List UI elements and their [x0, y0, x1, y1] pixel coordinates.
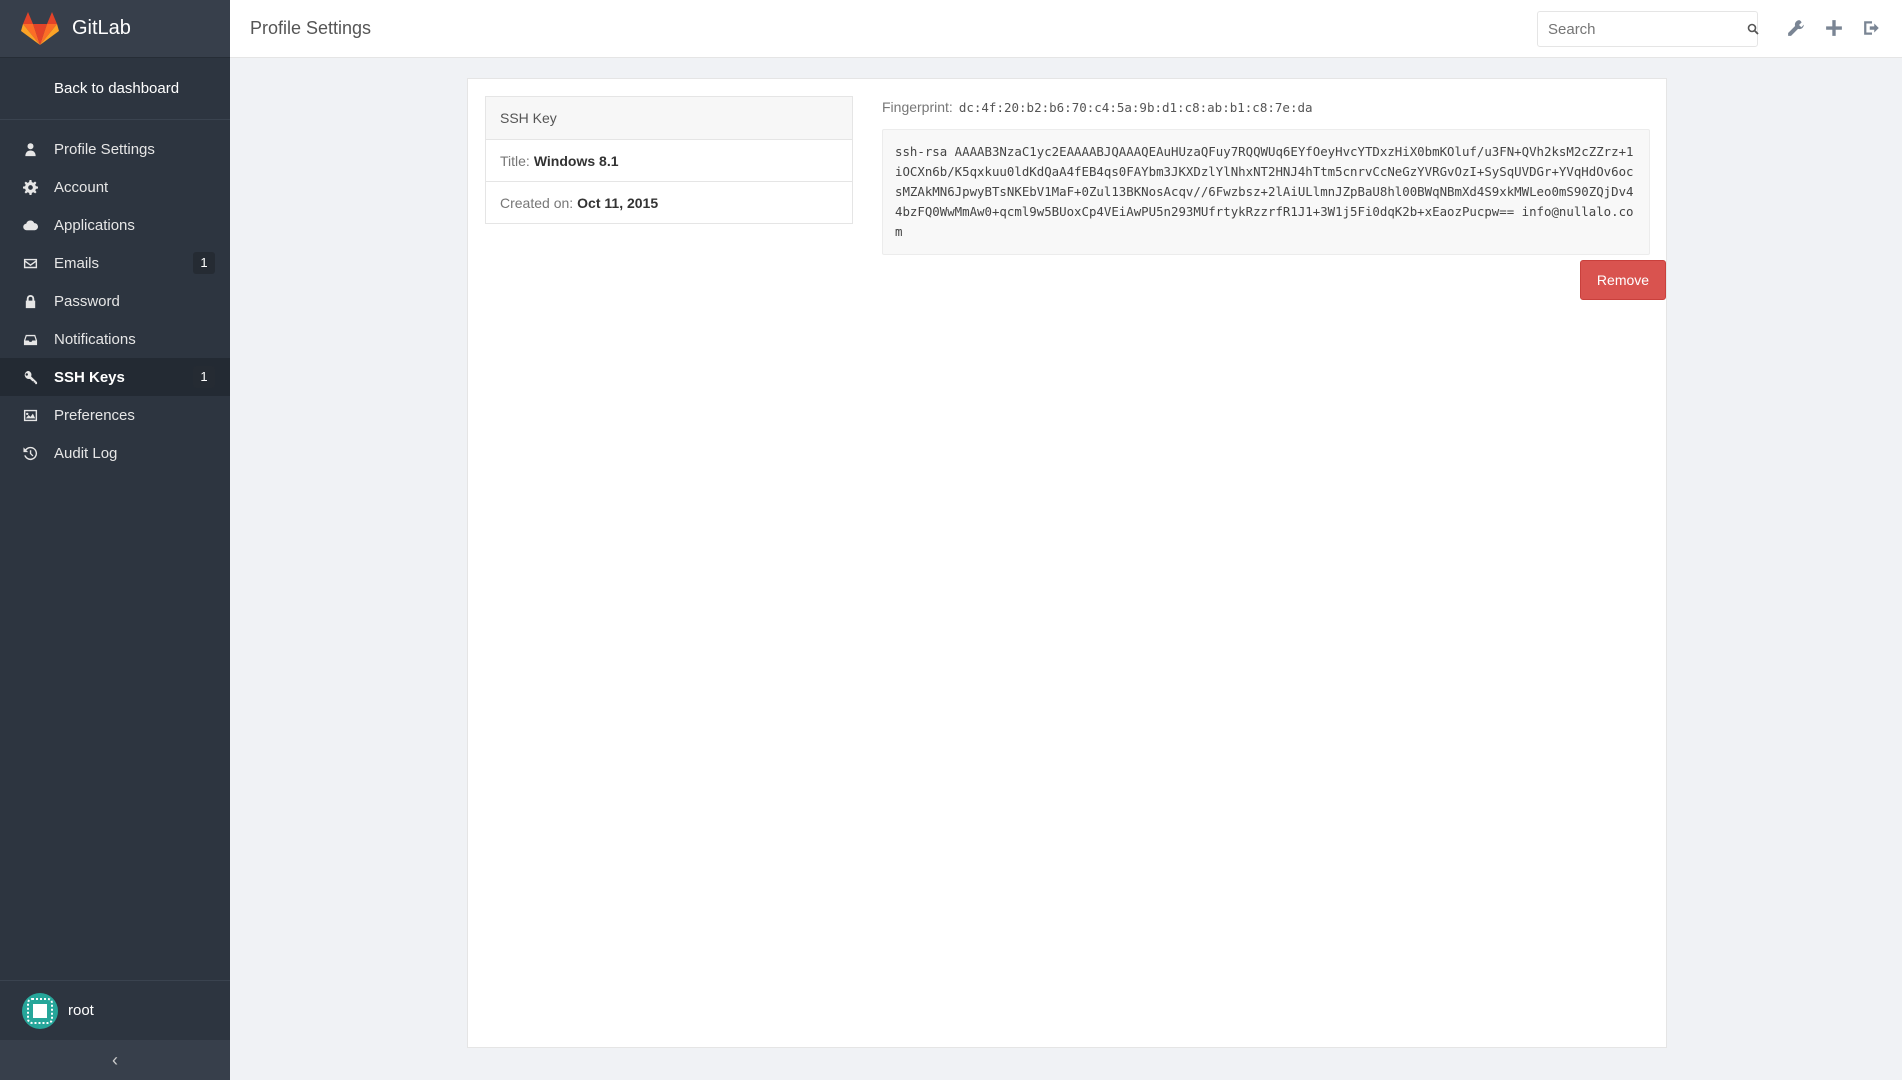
ssh-key-heading: SSH Key — [486, 97, 852, 139]
sidebar-item-preferences[interactable]: Preferences — [0, 396, 230, 434]
gitlab-logo-icon — [21, 11, 59, 45]
sidebar-item-label: Preferences — [54, 406, 135, 424]
collapse-sidebar-button[interactable]: ‹ — [0, 1040, 230, 1080]
sidebar-item-applications[interactable]: Applications — [0, 206, 230, 244]
sign-out-icon[interactable] — [1862, 18, 1882, 38]
avatar — [22, 992, 58, 1029]
ssh-key-details: SSH Key Title: Windows 8.1 Created on: O… — [485, 96, 853, 224]
remove-button[interactable]: Remove — [1580, 260, 1666, 300]
top-header: Profile Settings — [230, 0, 1902, 58]
admin-wrench-icon[interactable] — [1786, 18, 1806, 38]
sidebar-item-password[interactable]: Password — [0, 282, 230, 320]
sidebar-item-audit-log[interactable]: Audit Log — [0, 434, 230, 472]
sidebar-item-label: Account — [54, 178, 109, 196]
key-icon — [20, 369, 40, 385]
ssh-key-created-row: Created on: Oct 11, 2015 — [486, 181, 852, 223]
public-key-text: ssh-rsa AAAAB3NzaC1yc2EAAAABJQAAAQEAuHUz… — [882, 129, 1650, 255]
history-icon — [20, 445, 40, 461]
sidebar-item-label: SSH Keys — [54, 368, 125, 386]
inbox-icon — [20, 331, 40, 347]
envelope-icon — [20, 255, 40, 271]
sidebar-item-account[interactable]: Account — [0, 168, 230, 206]
sidebar: GitLab Back to dashboard Profile Setting… — [0, 0, 230, 1080]
emails-count-badge: 1 — [193, 252, 215, 274]
sidebar-item-profile-settings[interactable]: Profile Settings — [0, 130, 230, 168]
page-title: Profile Settings — [250, 18, 372, 38]
fingerprint-value: dc:4f:20:b2:b6:70:c4:5a:9b:d1:c8:ab:b1:c… — [958, 100, 1313, 115]
image-icon — [20, 407, 40, 423]
sidebar-item-label: Profile Settings — [54, 140, 155, 158]
sidebar-item-label: Password — [54, 292, 120, 310]
sidebar-item-ssh-keys[interactable]: SSH Keys 1 — [0, 358, 230, 396]
brand-name: GitLab — [72, 17, 131, 39]
created-label: Created on: — [500, 194, 574, 211]
title-value: Windows 8.1 — [533, 152, 619, 169]
created-value: Oct 11, 2015 — [577, 194, 659, 211]
search-icon[interactable] — [1747, 23, 1759, 35]
sidebar-item-label: Emails — [54, 254, 100, 272]
sidebar-item-emails[interactable]: Emails 1 — [0, 244, 230, 282]
search-box — [1537, 11, 1759, 47]
gear-icon — [20, 179, 40, 195]
chevron-left-icon: ‹ — [112, 1049, 118, 1070]
lock-icon — [20, 293, 40, 309]
sidebar-item-label: Audit Log — [54, 444, 118, 462]
search-input[interactable] — [1538, 12, 1747, 46]
ssh-key-panel: SSH Key Title: Windows 8.1 Created on: O… — [467, 78, 1667, 1048]
fingerprint-label: Fingerprint: — [882, 99, 953, 115]
cloud-icon — [20, 217, 40, 233]
ssh-key-title-row: Title: Windows 8.1 — [486, 139, 852, 181]
fingerprint: Fingerprint: dc:4f:20:b2:b6:70:c4:5a:9b:d… — [882, 99, 1313, 115]
brand[interactable]: GitLab — [0, 0, 230, 58]
sidebar-item-label: Applications — [54, 216, 135, 234]
username: root — [68, 1002, 94, 1019]
new-plus-icon[interactable] — [1824, 18, 1844, 38]
sidebar-item-label: Notifications — [54, 330, 136, 348]
user-icon — [20, 141, 40, 157]
current-user[interactable]: root — [0, 980, 230, 1040]
ssh-keys-count-badge: 1 — [193, 366, 215, 388]
sidebar-item-notifications[interactable]: Notifications — [0, 320, 230, 358]
title-label: Title: — [500, 152, 530, 169]
back-to-dashboard-link[interactable]: Back to dashboard — [0, 58, 230, 120]
sidebar-nav: Profile Settings Account Applications Em… — [0, 130, 230, 472]
header-actions — [1786, 18, 1882, 38]
